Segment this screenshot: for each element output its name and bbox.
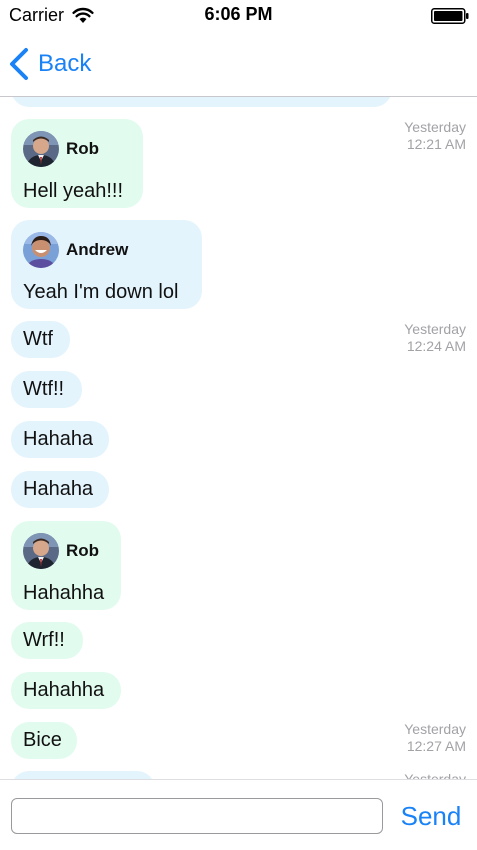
avatar-rob	[23, 533, 59, 569]
message-text: Hell yeah!!!	[23, 180, 124, 202]
back-button[interactable]: Back	[8, 44, 91, 84]
message-text: Hahahha	[23, 679, 105, 701]
sender-name: Andrew	[66, 240, 129, 259]
message-text: Bice	[23, 729, 62, 751]
avatar-rob	[23, 131, 59, 167]
message-composer: Send	[0, 779, 477, 850]
back-label: Back	[38, 50, 92, 77]
message-header: Rob	[23, 131, 131, 167]
message-bubble: Hahaha	[11, 421, 109, 458]
message-text: Hahaha	[23, 428, 94, 450]
message-timestamp: Yesterday 12:21 AM	[404, 119, 466, 152]
chevron-left-icon	[10, 48, 28, 80]
sender-name: Rob	[66, 541, 100, 560]
navigation-bar: Back	[0, 32, 477, 97]
message-bubble-andrew: Andrew Yeah I'm down lol	[11, 220, 202, 309]
message-text: Hahahha	[23, 582, 105, 604]
message-list[interactable]: Rob Hell yeah!!! Yesterday 12:21 AM Andr…	[0, 0, 477, 780]
message-bubble: Wtf!!	[11, 371, 82, 408]
message-bubble-rob: Rob Hahahha	[11, 521, 121, 610]
message-input[interactable]	[11, 798, 383, 834]
message-text: Wrf!!	[23, 629, 65, 651]
message-bubble-rob: Rob Hell yeah!!!	[11, 119, 143, 208]
message-bubble: Bice	[11, 722, 77, 759]
status-bar: Carrier 6:06 PM	[0, 0, 477, 32]
message-timestamp: Yesterday 12:27 AM	[404, 721, 466, 754]
message-text: Hahaha	[23, 478, 94, 500]
battery-icon	[431, 8, 469, 24]
message-header: Rob	[23, 533, 109, 569]
message-bubble: Wtf	[11, 321, 70, 358]
message-bubble: Hahahha	[11, 672, 121, 709]
message-text: Yeah I'm down lol	[23, 281, 179, 303]
send-button[interactable]: Send	[397, 798, 465, 834]
avatar-andrew	[23, 232, 59, 268]
status-time: 6:06 PM	[204, 4, 273, 24]
message-text: Wtf!!	[23, 378, 65, 400]
message-timestamp: Yesterday 12:24 AM	[404, 321, 466, 354]
message-text: Wtf	[23, 328, 53, 350]
sender-name: Rob	[66, 139, 100, 158]
chat-screen: Rob Hell yeah!!! Yesterday 12:21 AM Andr…	[0, 0, 477, 850]
message-header: Andrew	[23, 232, 190, 268]
message-bubble: Hahaha	[11, 471, 109, 508]
message-bubble: Wrf!!	[11, 622, 83, 659]
